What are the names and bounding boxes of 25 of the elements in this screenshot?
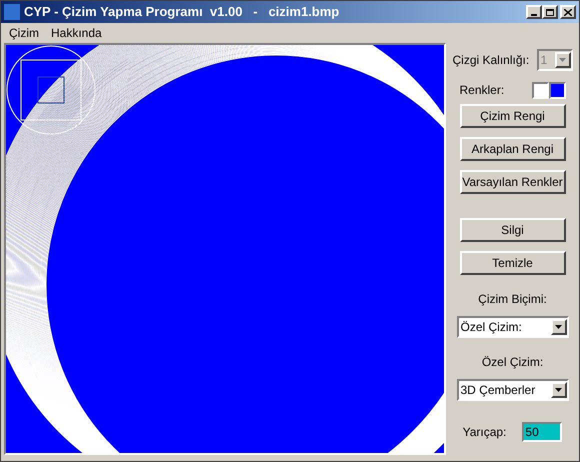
push-button[interactable]: Temizle xyxy=(460,251,566,275)
colors-label: Renkler: xyxy=(460,82,504,99)
push-button[interactable]: Çizim Rengi xyxy=(460,104,566,128)
minimize-icon xyxy=(531,14,537,16)
special-draw-label: Özel Çizim: xyxy=(482,354,544,371)
push-button[interactable]: Silgi xyxy=(460,218,566,242)
dropdown-field[interactable]: 3D Çemberler xyxy=(456,379,568,401)
close-icon xyxy=(564,8,572,16)
maximize-icon xyxy=(546,9,554,16)
maximize-button[interactable] xyxy=(542,5,558,19)
color-swatch[interactable] xyxy=(532,82,548,98)
push-button[interactable]: Arkaplan Rengi xyxy=(460,137,566,161)
menu-item[interactable]: Hakkında xyxy=(45,24,108,42)
dropdown-field[interactable]: Özel Çizim: xyxy=(456,316,568,338)
app-icon xyxy=(4,4,20,20)
draw-mode-label: Çizim Biçimi: xyxy=(478,291,547,308)
radius-field[interactable]: 50 xyxy=(522,422,562,442)
color-swatch[interactable] xyxy=(548,82,566,98)
window-title: CYP - Çizim Yapma Programı v1.00 - cizim1.bmp xyxy=(24,3,340,22)
close-button[interactable] xyxy=(560,5,576,19)
minimize-button[interactable] xyxy=(526,5,542,19)
line-width-label: Çizgi Kalınlığı: xyxy=(452,52,530,69)
push-button[interactable]: Varsayılan Renkler xyxy=(460,170,566,194)
radius-label: Yarıçap: xyxy=(462,424,506,441)
menu-item[interactable]: Çizim xyxy=(3,24,45,42)
